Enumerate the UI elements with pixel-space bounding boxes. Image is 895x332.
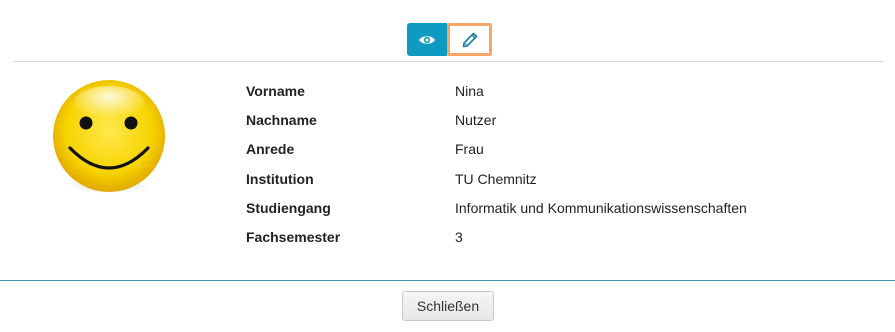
field-row-studiengang: Studiengang Informatik und Kommunikation… [246,193,866,222]
field-label: Fachsemester [246,229,341,246]
pencil-icon [462,32,477,47]
avatar [52,80,166,194]
field-value: Nina [455,82,484,99]
field-value: Nutzer [455,111,497,128]
field-value: Informatik und Kommunikationswissenschaf… [455,199,747,216]
mode-toggle [407,23,492,56]
smiley-face-icon [53,80,165,193]
field-label: Anrede [246,141,295,158]
footer-divider [0,280,895,281]
field-row-vorname: Vorname Nina [246,76,866,105]
field-label: Vorname [246,82,305,99]
eye-icon [419,35,435,44]
top-divider [14,61,883,62]
field-label: Institution [246,170,314,187]
field-label: Nachname [246,111,317,128]
edit-mode-button[interactable] [447,23,492,56]
field-row-fachsemester: Fachsemester 3 [246,222,866,251]
field-row-institution: Institution TU Chemnitz [246,164,866,193]
field-row-nachname: Nachname Nutzer [246,105,866,134]
field-value: TU Chemnitz [455,170,537,187]
view-mode-button[interactable] [407,23,447,56]
field-value: Frau [455,141,484,158]
profile-dialog: Vorname Nina Nachname Nutzer Anrede Frau… [0,0,895,332]
close-button[interactable]: Schließen [402,291,494,321]
field-row-anrede: Anrede Frau [246,135,866,164]
field-label: Studiengang [246,199,331,216]
profile-fields: Vorname Nina Nachname Nutzer Anrede Frau… [246,76,866,252]
field-value: 3 [455,229,463,246]
